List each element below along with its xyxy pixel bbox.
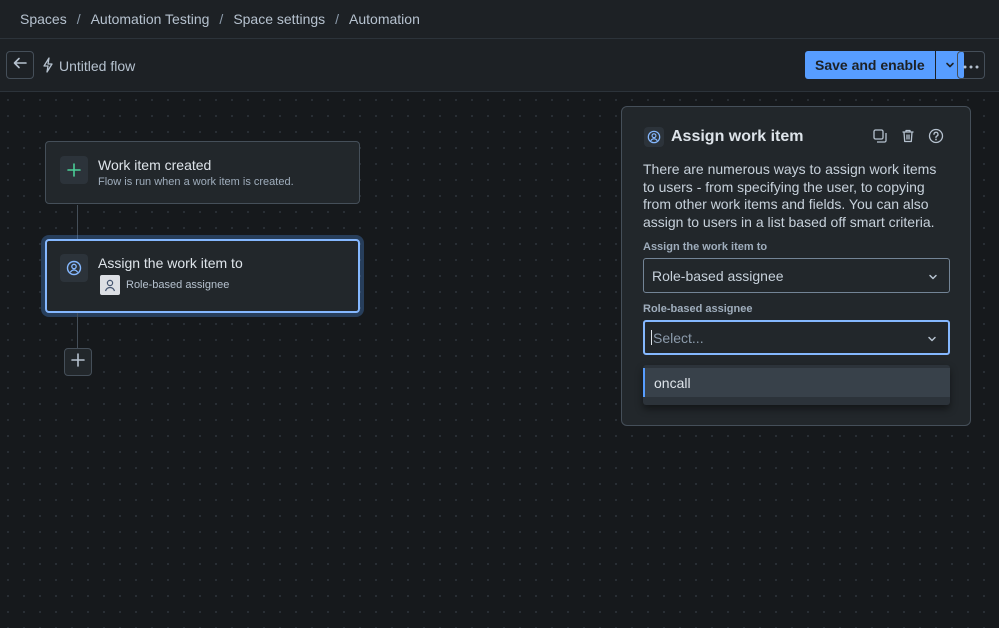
flow-title[interactable]: Untitled flow [41, 56, 135, 76]
more-horizontal-icon [963, 56, 979, 74]
arrow-left-icon [12, 55, 28, 76]
role-based-assignee-label: Role-based assignee [643, 303, 753, 315]
panel-actions [872, 128, 944, 144]
flow-canvas[interactable]: Work item created Flow is run when a wor… [0, 92, 999, 628]
connector-line [77, 313, 78, 348]
breadcrumb-automation[interactable]: Automation [349, 11, 420, 27]
trigger-subtitle: Flow is run when a work item is created. [98, 176, 294, 188]
save-and-enable-button[interactable]: Save and enable [805, 51, 935, 79]
option-oncall[interactable]: oncall [643, 368, 950, 397]
toolbar: Untitled flow Save and enable [0, 39, 999, 92]
panel-description: There are numerous ways to assign work i… [643, 161, 937, 230]
more-options-button[interactable] [957, 51, 985, 79]
back-button[interactable] [6, 51, 34, 79]
duplicate-icon[interactable] [872, 128, 888, 144]
plus-icon [60, 156, 88, 184]
chevron-down-icon [926, 332, 938, 348]
role-select-placeholder: Select... [653, 329, 704, 346]
breadcrumb-spaces[interactable]: Spaces [20, 11, 67, 27]
trigger-node[interactable]: Work item created Flow is run when a wor… [45, 141, 360, 204]
assignee-chip: Role-based assignee [100, 275, 229, 295]
add-step-button[interactable] [64, 348, 92, 376]
action-node[interactable]: Assign the work item to Role-based assig… [45, 239, 360, 313]
assign-to-select[interactable]: Role-based assignee [643, 258, 950, 293]
assign-person-icon [644, 127, 664, 147]
breadcrumb-separator: / [335, 11, 340, 27]
assign-to-label: Assign the work item to [643, 241, 768, 253]
action-title: Assign the work item to [98, 255, 243, 271]
breadcrumb-separator: / [76, 11, 81, 27]
breadcrumb-automation-testing[interactable]: Automation Testing [91, 11, 210, 27]
chevron-down-icon [945, 62, 954, 68]
text-caret [651, 330, 652, 345]
role-options-menu: oncall [643, 365, 950, 405]
assignee-chip-label: Role-based assignee [126, 279, 230, 291]
assign-work-item-panel: Assign work item There are numerous ways… [621, 106, 971, 426]
trigger-title: Work item created [98, 157, 212, 173]
help-icon[interactable] [928, 128, 944, 144]
breadcrumb-space-settings[interactable]: Space settings [233, 11, 325, 27]
assign-person-icon [60, 254, 88, 282]
save-button-group: Save and enable [805, 51, 964, 79]
flow-title-label: Untitled flow [59, 58, 136, 74]
lightning-icon [41, 56, 55, 76]
chevron-down-icon [927, 270, 939, 286]
trash-icon[interactable] [900, 128, 916, 144]
assign-to-value: Role-based assignee [652, 267, 784, 284]
plus-icon [71, 352, 85, 372]
breadcrumb: Spaces / Automation Testing / Space sett… [0, 0, 999, 39]
breadcrumb-separator: / [219, 11, 224, 27]
panel-title: Assign work item [671, 128, 804, 145]
user-avatar-icon [100, 275, 120, 295]
connector-line [77, 205, 78, 239]
role-based-assignee-select[interactable]: Select... [643, 320, 950, 355]
